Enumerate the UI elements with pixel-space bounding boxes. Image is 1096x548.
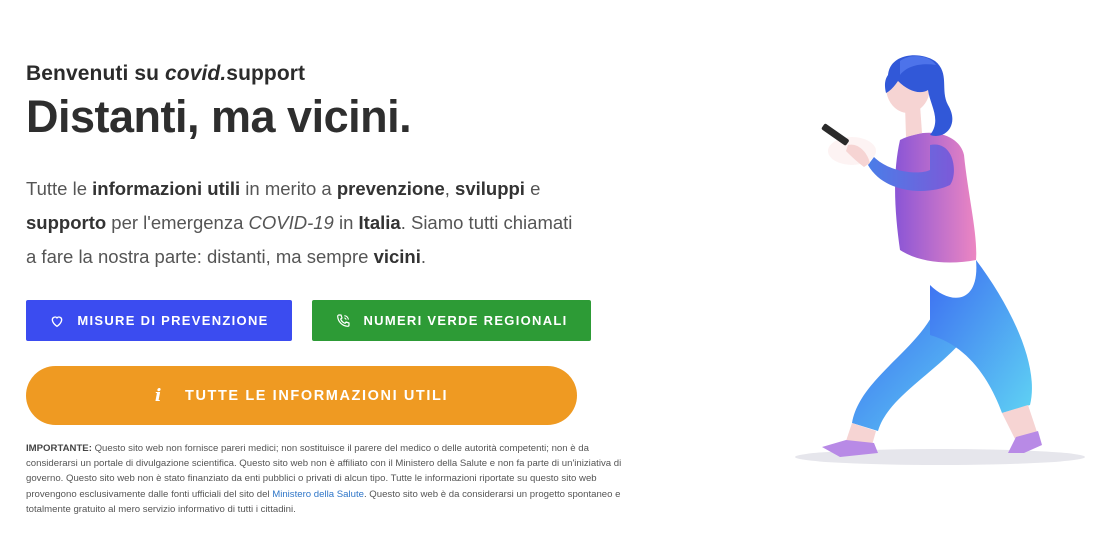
prevention-button[interactable]: MISURE DI PREVENZIONE xyxy=(26,300,292,341)
disclaimer-label: IMPORTANTE: xyxy=(26,443,92,454)
intro-text: e xyxy=(524,177,541,199)
intro-text: in merito a xyxy=(240,177,337,199)
intro-text: in xyxy=(333,211,359,233)
brand-italic: covid. xyxy=(165,62,227,85)
intro-bold: sviluppi xyxy=(455,177,525,199)
intro-italic: COVID-19 xyxy=(248,211,334,233)
intro-bold: supporto xyxy=(26,211,107,233)
all-info-button[interactable]: i TUTTE LE INFORMAZIONI UTILI xyxy=(26,366,577,425)
heart-icon xyxy=(49,313,65,329)
hero-section: Benvenuti su covid.support Distanti, ma … xyxy=(26,62,646,274)
intro-text: , xyxy=(444,177,456,199)
brand-rest: support xyxy=(226,62,306,85)
intro-text: Tutte le xyxy=(26,177,93,199)
intro-bold: Italia xyxy=(358,211,401,233)
info-icon: i xyxy=(154,385,163,406)
intro-paragraph: Tutte le informazioni utili in merito a … xyxy=(26,172,586,274)
welcome-title: Benvenuti su covid.support xyxy=(26,62,646,86)
woman-walking-illustration xyxy=(780,45,1096,485)
ministero-link[interactable]: Ministero della Salute xyxy=(272,489,364,500)
prevention-button-label: MISURE DI PREVENZIONE xyxy=(77,313,269,328)
numbers-button-label: NUMERI VERDE REGIONALI xyxy=(363,313,568,328)
numbers-button[interactable]: NUMERI VERDE REGIONALI xyxy=(312,300,591,341)
all-info-button-label: TUTTE LE INFORMAZIONI UTILI xyxy=(184,387,449,404)
welcome-prefix: Benvenuti su xyxy=(26,62,165,85)
disclaimer: IMPORTANTE: Questo sito web non fornisce… xyxy=(26,441,632,517)
intro-bold: vicini xyxy=(373,245,421,267)
intro-text: per l'emergenza xyxy=(106,211,249,233)
headline: Distanti, ma vicini. xyxy=(26,91,412,142)
intro-bold: informazioni utili xyxy=(92,177,241,199)
action-buttons: MISURE DI PREVENZIONE NUMERI VERDE REGIO… xyxy=(26,300,591,341)
intro-text: . xyxy=(420,245,427,267)
intro-bold: prevenzione xyxy=(336,177,445,199)
phone-icon xyxy=(335,313,351,329)
